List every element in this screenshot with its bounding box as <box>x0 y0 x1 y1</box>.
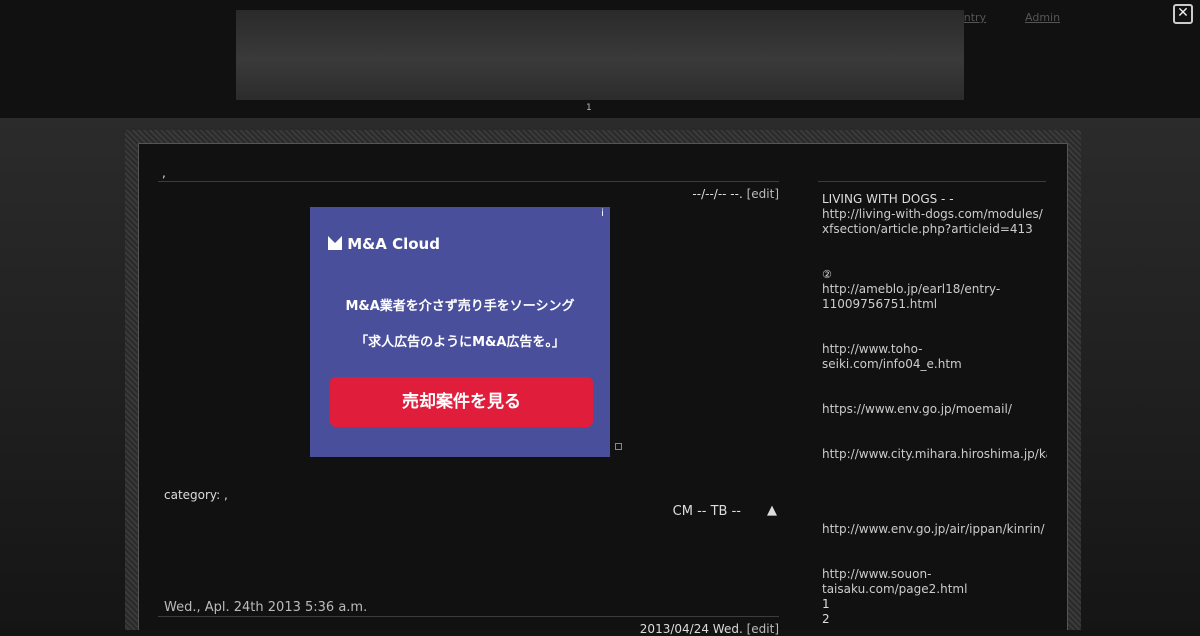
divider <box>158 181 779 182</box>
ad-info-icon[interactable]: i <box>597 208 608 221</box>
sidebar-heading: LIVING WITH DOGS - - <box>822 192 954 206</box>
ad-brand-text: M&A Cloud <box>347 235 440 253</box>
ad-subline: 「求人広告のようにM&A広告を。」 <box>355 335 565 350</box>
sidebar: LIVING WITH DOGS - - http://living-with-… <box>822 192 1047 630</box>
ad-logo-icon <box>328 236 342 250</box>
close-icon[interactable]: ✕ <box>1173 4 1193 24</box>
sidebar-link[interactable]: http://www.env.go.jp/air/ippan/kinrin/ <box>822 522 1045 537</box>
article-title: , <box>162 166 166 180</box>
sidebar-number: 2 <box>822 612 830 626</box>
sidebar-divider <box>818 181 1046 182</box>
top-bar: entry Admin 1 ✕ <box>0 0 1200 118</box>
article-category: category: , <box>164 488 228 502</box>
ad-cta-button[interactable]: 売却案件を見る <box>330 377 593 427</box>
sidebar-link[interactable]: http://www.toho-seiki.com/info04_e.htm <box>822 342 1047 372</box>
sidebar-link[interactable]: https://www.env.go.jp/moemail/ <box>822 402 1047 417</box>
article-date: --/--/-- --. <box>692 187 743 201</box>
sidebar-number: 1 <box>822 597 830 611</box>
back-to-top-icon[interactable]: ▲ <box>767 503 777 518</box>
top-banner-ad[interactable] <box>236 10 964 100</box>
edit-link[interactable]: [edit] <box>747 187 779 201</box>
sidebar-link[interactable]: http://living-with-dogs.com/modules/xfse… <box>822 207 1047 237</box>
nav-admin-link[interactable]: Admin <box>1025 11 1060 24</box>
sidebar-link[interactable]: http://ameblo.jp/earl18/entry-1100975675… <box>822 282 1047 312</box>
edit-link[interactable]: [edit] <box>747 622 779 636</box>
comments-trackback[interactable]: CM -- TB -- <box>600 504 741 519</box>
article-date: 2013/04/24 Wed. <box>639 622 743 636</box>
ad-headline: M&A業者を介さず売り手をソーシング <box>345 299 575 314</box>
divider <box>158 616 779 617</box>
sidebar-link[interactable]: http://www.souon-taisaku.com/page2.html <box>822 567 1047 597</box>
page-number[interactable]: 1 <box>586 103 592 113</box>
ad-brand-logo: M&A Cloud <box>328 235 440 253</box>
article-title-link[interactable]: Wed., Apl. 24th 2013 5:36 a.m. <box>164 600 367 615</box>
display-ad[interactable]: i M&A Cloud M&A業者を介さず売り手をソーシング 「求人広告のように… <box>310 207 610 457</box>
article-meta: --/--/-- --. [edit] <box>500 187 779 201</box>
article-meta: 2013/04/24 Wed. [edit] <box>500 622 779 636</box>
ad-choices-icon[interactable] <box>615 443 622 450</box>
sidebar-number: ② <box>822 268 832 281</box>
sidebar-link[interactable]: http://www.city.mihara.hiroshima.jp/kank… <box>822 447 1047 462</box>
